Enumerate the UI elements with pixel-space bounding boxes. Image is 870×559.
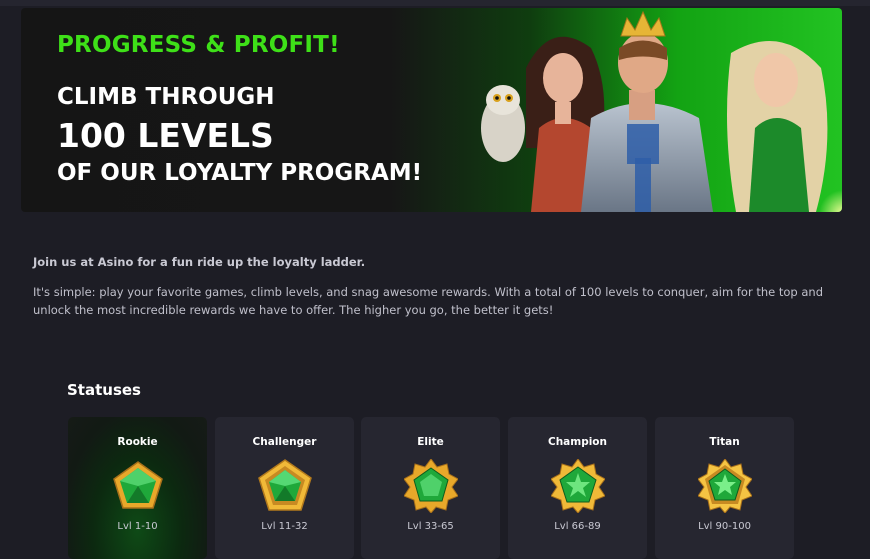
banner-line-3: OF OUR LOYALTY PROGRAM! <box>57 160 423 186</box>
spiked-gem-badge-icon <box>404 459 458 513</box>
banner-title: PROGRESS & PROFIT! <box>57 32 340 58</box>
status-name: Challenger <box>252 436 317 448</box>
status-levels: Lvl 1-10 <box>117 521 158 532</box>
status-name: Champion <box>547 436 607 448</box>
banner-line-2: 100 LEVELS <box>57 116 274 155</box>
status-levels: Lvl 66-89 <box>554 521 601 532</box>
owl-figure <box>481 85 525 162</box>
star-gem-badge-icon <box>551 459 605 513</box>
status-name: Titan <box>709 436 740 448</box>
intro-paragraph: It's simple: play your favorite games, c… <box>33 285 823 317</box>
statuses-heading: Statuses <box>67 381 141 399</box>
banner-characters-illustration <box>481 10 842 212</box>
top-bar <box>0 0 870 6</box>
status-name: Rookie <box>117 436 158 448</box>
status-card-rookie[interactable]: Rookie Lvl 1-10 <box>68 417 207 559</box>
crown-gem-badge-icon <box>698 459 752 513</box>
status-levels: Lvl 33-65 <box>407 521 454 532</box>
pentagon-gem-badge-icon <box>258 459 312 511</box>
status-card-challenger[interactable]: Challenger Lvl 11-32 <box>215 417 354 559</box>
pentagon-gem-icon <box>113 461 163 509</box>
blonde-woman-figure <box>727 41 842 212</box>
status-card-champion[interactable]: Champion Lvl 66-89 <box>508 417 647 559</box>
status-card-titan[interactable]: Titan Lvl 90-100 <box>655 417 794 559</box>
intro-heading: Join us at Asino for a fun ride up the l… <box>33 255 366 269</box>
promo-banner: PROGRESS & PROFIT! CLIMB THROUGH 100 LEV… <box>21 8 842 212</box>
banner-line-1: CLIMB THROUGH <box>57 84 275 110</box>
status-card-elite[interactable]: Elite Lvl 33-65 <box>361 417 500 559</box>
status-card-list: Rookie Lvl 1-10 Challenger Lvl 11-32 Eli… <box>68 417 828 559</box>
status-levels: Lvl 90-100 <box>698 521 751 532</box>
status-name: Elite <box>417 436 444 448</box>
status-levels: Lvl 11-32 <box>261 521 308 532</box>
